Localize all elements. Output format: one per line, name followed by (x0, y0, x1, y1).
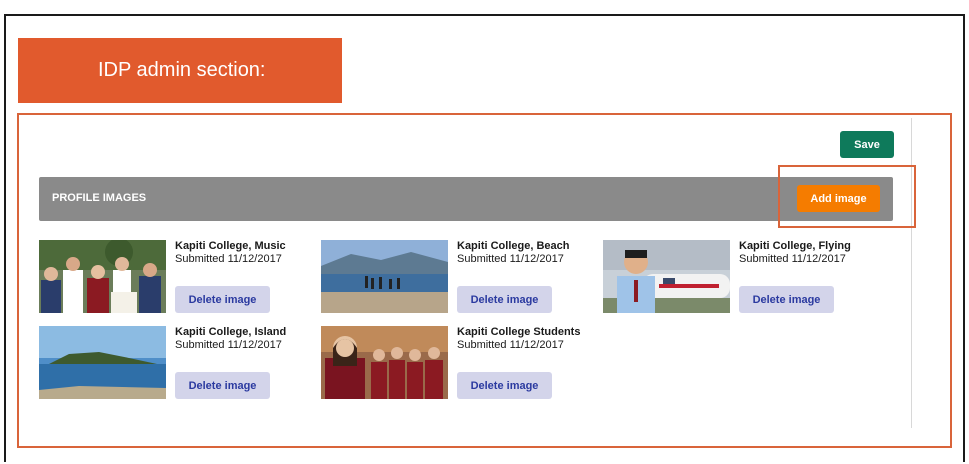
thumbnail-island (39, 326, 166, 399)
save-button[interactable]: Save (840, 131, 894, 158)
image-title: Kapiti College Students (457, 326, 581, 338)
image-title: Kapiti College, Beach (457, 240, 570, 252)
thumbnail-flying (603, 240, 730, 313)
thumbnail-music (39, 240, 166, 313)
delete-image-button[interactable]: Delete image (457, 372, 552, 399)
image-title: Kapiti College, Music (175, 240, 286, 252)
image-title: Kapiti College, Island (175, 326, 287, 338)
submitted-date: Submitted 11/12/2017 (457, 339, 564, 351)
thumbnail-beach (321, 240, 448, 313)
image-title: Kapiti College, Flying (739, 240, 851, 252)
submitted-date: Submitted 11/12/2017 (175, 253, 282, 265)
image-card-flying: Kapiti College, Flying Submitted 11/12/2… (603, 240, 873, 315)
add-image-button[interactable]: Add image (797, 185, 880, 212)
thumbnail-students (321, 326, 448, 399)
delete-image-button[interactable]: Delete image (175, 372, 270, 399)
delete-image-button[interactable]: Delete image (739, 286, 834, 313)
section-title: PROFILE IMAGES (52, 192, 147, 204)
delete-image-button[interactable]: Delete image (457, 286, 552, 313)
profile-images-header: PROFILE IMAGES (39, 177, 893, 221)
image-card-students: Kapiti College Students Submitted 11/12/… (321, 326, 591, 401)
image-card-beach: Kapiti College, Beach Submitted 11/12/20… (321, 240, 591, 315)
submitted-date: Submitted 11/12/2017 (457, 253, 564, 265)
delete-image-button[interactable]: Delete image (175, 286, 270, 313)
image-card-island: Kapiti College, Island Submitted 11/12/2… (39, 326, 309, 401)
banner-title: IDP admin section: (98, 59, 266, 81)
submitted-date: Submitted 11/12/2017 (175, 339, 282, 351)
image-card-music: Kapiti College, Music Submitted 11/12/20… (39, 240, 309, 315)
submitted-date: Submitted 11/12/2017 (739, 253, 846, 265)
admin-section-banner: IDP admin section: (18, 38, 342, 103)
